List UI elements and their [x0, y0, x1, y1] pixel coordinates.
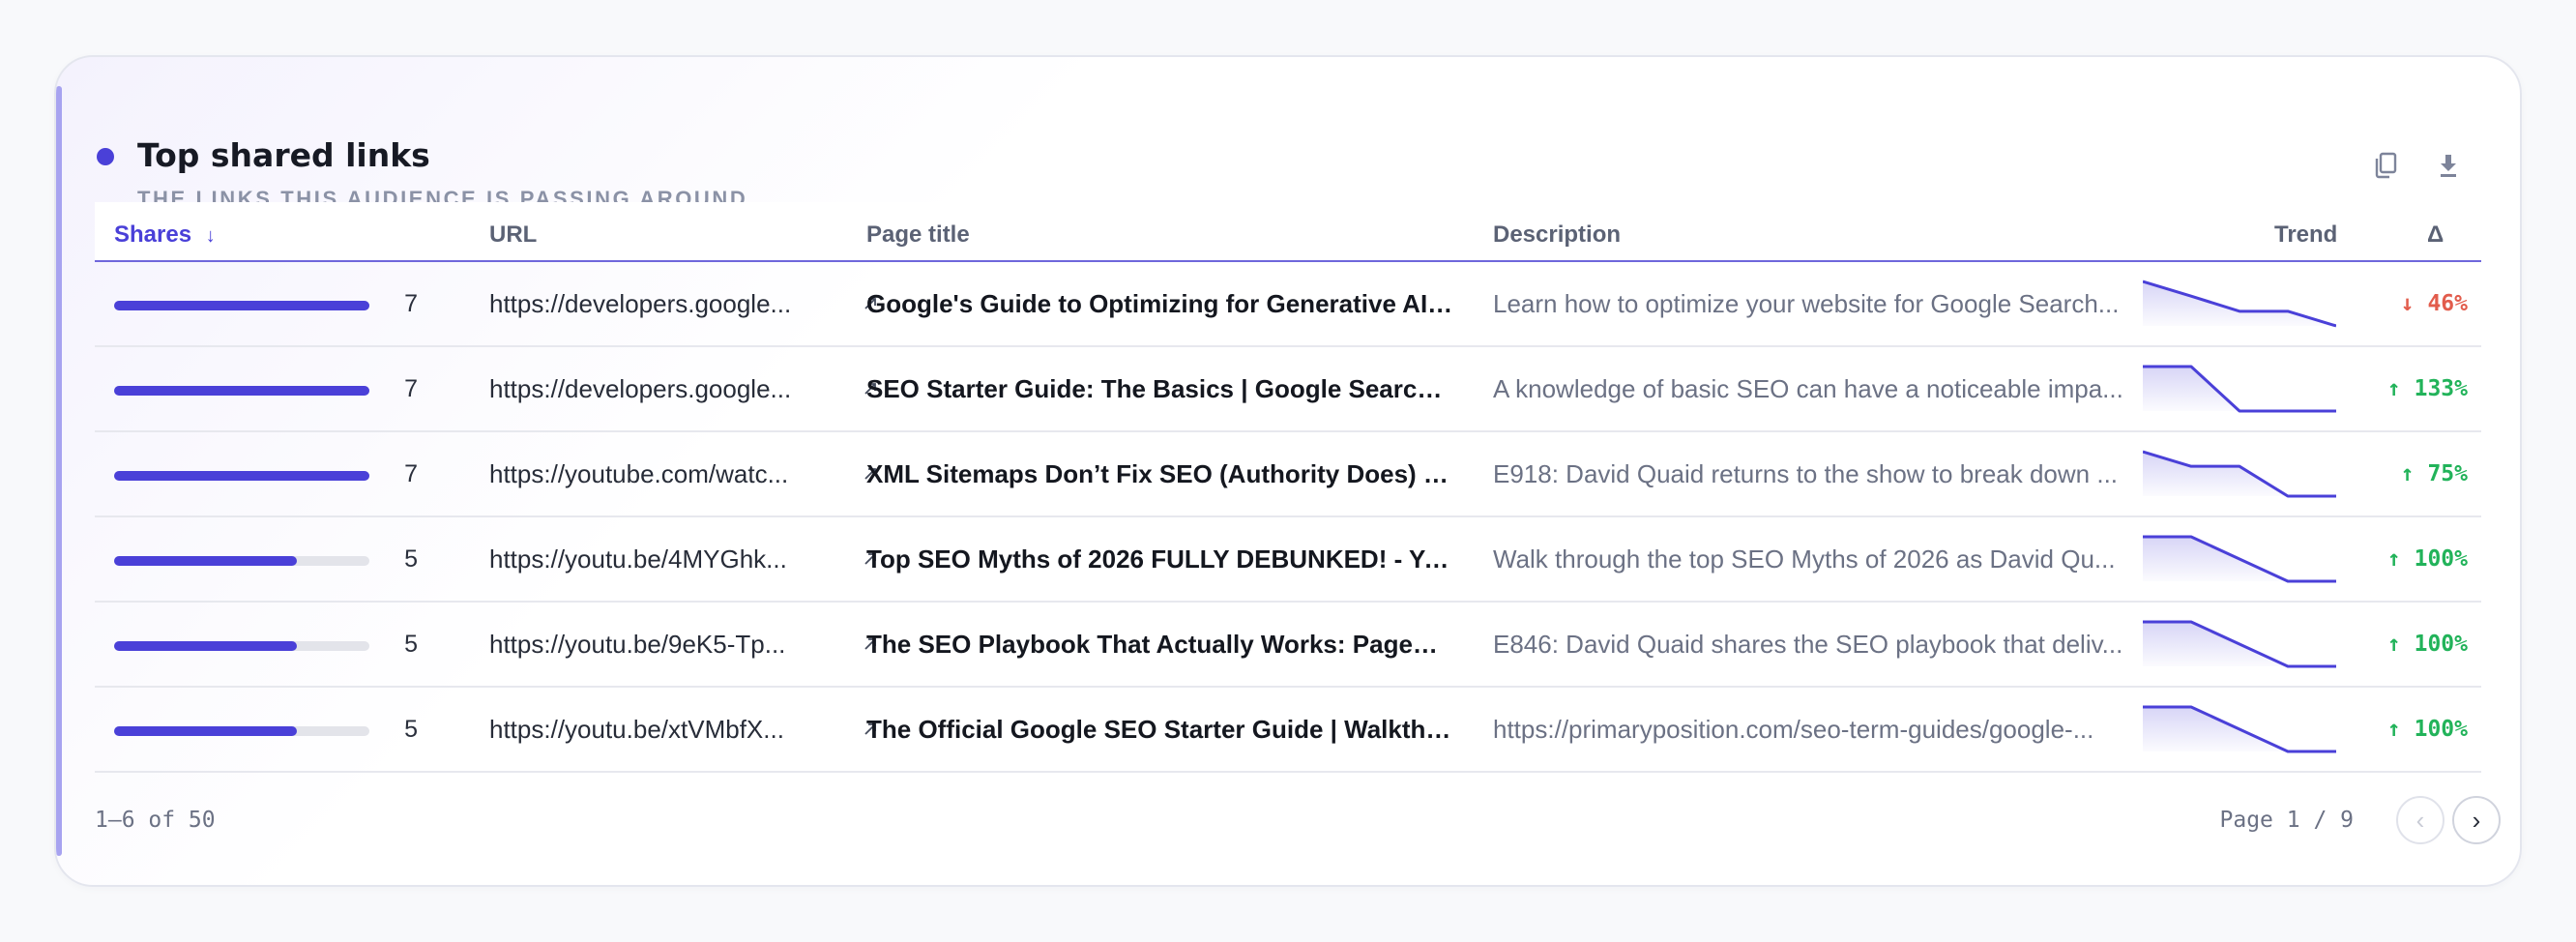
- url-link[interactable]: https://youtu.be/4MYGhk...: [489, 517, 853, 601]
- description-cell: A knowledge of basic SEO can have a noti…: [1493, 374, 2123, 403]
- shares-bar: [114, 301, 369, 310]
- chevron-left-icon: ‹: [2415, 805, 2425, 835]
- download-icon: [2441, 155, 2456, 177]
- delta-badge: ↑ 100%: [2386, 632, 2468, 657]
- page-title-cell: XML Sitemaps Don’t Fix SEO (Authority Do…: [866, 459, 1454, 488]
- trend-chart: [2143, 280, 2336, 328]
- card-accent-bar: [56, 86, 62, 856]
- trend-chart: [2143, 620, 2336, 668]
- page-title-cell: The SEO Playbook That Actually Works: Pa…: [866, 630, 1454, 659]
- copy-icon: [2375, 152, 2397, 179]
- shares-bar: [114, 386, 369, 396]
- trend-sparkline: [2143, 517, 2346, 601]
- table-row[interactable]: 7 https://developers.google... SEO Starter…: [95, 347, 2481, 432]
- trend-chart: [2143, 705, 2336, 753]
- url-link[interactable]: https://youtube.com/watc...: [489, 432, 853, 515]
- delta-badge: ↑ 75%: [2400, 461, 2468, 486]
- shares-count: 5: [404, 630, 418, 658]
- links-table: Shares ↓ URL Page title Description Tren…: [95, 202, 2481, 773]
- shares-bar-fill: [114, 301, 369, 310]
- shares-count: 5: [404, 545, 418, 573]
- shared-links-card: Top shared links THE LINKS THIS AUDIENCE…: [54, 55, 2522, 887]
- status-dot: [97, 148, 114, 165]
- column-header-delta[interactable]: Δ: [2427, 221, 2444, 249]
- table-row[interactable]: 5 https://youtu.be/xtVMbfX... The Official…: [95, 688, 2481, 773]
- description-cell: E918: David Quaid returns to the show to…: [1493, 459, 2119, 488]
- page-title-cell: Top SEO Myths of 2026 FULLY DEBUNKED! - …: [866, 545, 1454, 574]
- shares-bar: [114, 726, 369, 736]
- table-row[interactable]: 7 https://developers.google... Google's Gu…: [95, 262, 2481, 347]
- trend-chart: [2143, 365, 2336, 413]
- trend-chart: [2143, 450, 2336, 498]
- shares-bar: [114, 556, 369, 566]
- shares-count: 7: [404, 459, 418, 487]
- shares-count: 7: [404, 289, 418, 317]
- description-cell: Learn how to optimize your website for G…: [1493, 289, 2120, 318]
- next-page-button[interactable]: ›: [2452, 796, 2501, 844]
- url-link[interactable]: https://developers.google...: [489, 262, 853, 345]
- page-title-cell: Google's Guide to Optimizing for Generat…: [866, 289, 1454, 318]
- shares-bar: [114, 471, 369, 481]
- description-cell: E846: David Quaid shares the SEO playboo…: [1493, 630, 2123, 659]
- copy-button[interactable]: [2367, 146, 2406, 185]
- trend-sparkline: [2143, 262, 2346, 345]
- table-row[interactable]: 5 https://youtu.be/4MYGhk... Top SEO Myths…: [95, 517, 2481, 603]
- column-header-description[interactable]: Description: [1493, 221, 1621, 249]
- shares-bar-fill: [114, 386, 369, 396]
- column-header-trend[interactable]: Trend: [2274, 221, 2337, 249]
- trend-area: [2143, 367, 2336, 411]
- table-body: 7 https://developers.google... Google's Gu…: [95, 262, 2481, 773]
- url-link[interactable]: https://developers.google...: [489, 347, 853, 430]
- shares-bar-fill: [114, 471, 369, 481]
- delta-badge: ↑ 100%: [2386, 717, 2468, 742]
- download-button[interactable]: [2429, 146, 2468, 185]
- delta-badge: ↑ 133%: [2386, 376, 2468, 401]
- trend-sparkline: [2143, 347, 2346, 430]
- pagination-range: 1–6 of 50: [95, 808, 216, 833]
- trend-sparkline: [2143, 432, 2346, 515]
- page-title-cell: The Official Google SEO Starter Guide | …: [866, 715, 1454, 744]
- shares-bar: [114, 641, 369, 651]
- delta-badge: ↓ 46%: [2400, 291, 2468, 316]
- table-row[interactable]: 5 https://youtu.be/9eK5-Tp... The SEO Play…: [95, 603, 2481, 688]
- pagination-page-indicator: Page 1 / 9: [2219, 808, 2354, 833]
- delta-badge: ↑ 100%: [2386, 546, 2468, 572]
- shares-count: 5: [404, 715, 418, 743]
- url-link[interactable]: https://youtu.be/xtVMbfX...: [489, 688, 853, 771]
- column-header-page-title[interactable]: Page title: [866, 221, 970, 249]
- shares-bar-fill: [114, 726, 297, 736]
- column-label-shares: Shares: [114, 221, 192, 248]
- shares-count: 7: [404, 374, 418, 402]
- chevron-right-icon: ›: [2472, 805, 2481, 835]
- trend-area: [2143, 452, 2336, 496]
- card-title: Top shared links: [137, 136, 430, 174]
- trend-area: [2143, 281, 2336, 326]
- shares-bar-fill: [114, 556, 297, 566]
- shares-bar-fill: [114, 641, 297, 651]
- table-row[interactable]: 7 https://youtube.com/watc... XML Sitemaps…: [95, 432, 2481, 517]
- table-header: Shares ↓ URL Page title Description Tren…: [95, 202, 2481, 262]
- trend-sparkline: [2143, 603, 2346, 686]
- column-header-url[interactable]: URL: [489, 221, 537, 249]
- column-header-shares[interactable]: Shares ↓: [114, 221, 216, 249]
- sort-desc-icon: ↓: [205, 225, 216, 247]
- description-cell: Walk through the top SEO Myths of 2026 a…: [1493, 545, 2116, 574]
- description-cell: https://primaryposition.com/seo-term-gui…: [1493, 715, 2094, 744]
- previous-page-button[interactable]: ‹: [2396, 796, 2444, 844]
- trend-chart: [2143, 535, 2336, 583]
- url-link[interactable]: https://youtu.be/9eK5-Tp...: [489, 603, 853, 686]
- card-header: Top shared links THE LINKS THIS AUDIENCE…: [97, 98, 2479, 214]
- trend-sparkline: [2143, 688, 2346, 771]
- page-title-cell: SEO Starter Guide: The Basics | Google S…: [866, 374, 1454, 403]
